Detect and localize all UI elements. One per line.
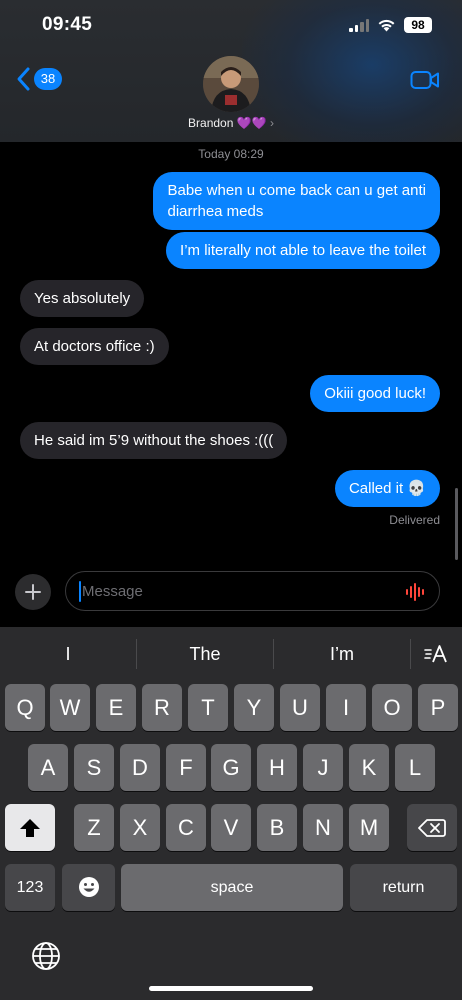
key-h[interactable]: H <box>257 744 297 791</box>
add-attachment-button[interactable] <box>15 574 51 610</box>
emoji-key[interactable] <box>62 864 115 911</box>
waveform-icon <box>406 583 424 601</box>
key-s[interactable]: S <box>74 744 114 791</box>
key-w[interactable]: W <box>50 684 90 731</box>
contact-name-button[interactable]: Brandon 💜💜 › <box>0 116 462 130</box>
space-key[interactable]: space <box>121 864 343 911</box>
key-b[interactable]: B <box>257 804 297 851</box>
home-indicator[interactable] <box>149 986 313 991</box>
globe-button[interactable] <box>30 940 62 972</box>
unread-count-badge: 38 <box>34 68 62 90</box>
key-o[interactable]: O <box>372 684 412 731</box>
cellular-signal-icon <box>349 18 369 32</box>
key-f[interactable]: F <box>166 744 206 791</box>
shift-arrow-icon <box>20 819 40 837</box>
chevron-right-icon: › <box>269 116 274 130</box>
wifi-icon <box>378 19 395 32</box>
text-format-button[interactable] <box>418 641 454 667</box>
numbers-key[interactable]: 123 <box>5 864 55 911</box>
outgoing-message[interactable]: Called it 💀 <box>334 470 440 507</box>
message-text: Babe when u come back can u get anti <box>167 182 426 199</box>
avatar-photo <box>203 56 259 112</box>
video-camera-icon <box>410 71 439 89</box>
key-e[interactable]: E <box>96 684 136 731</box>
outgoing-message[interactable]: Babe when u come back can u get anti dia… <box>153 172 440 230</box>
key-c[interactable]: C <box>166 804 206 851</box>
contact-avatar[interactable] <box>203 56 259 112</box>
message-input-container[interactable] <box>65 571 440 611</box>
key-k[interactable]: K <box>349 744 389 791</box>
key-j[interactable]: J <box>303 744 343 791</box>
globe-icon <box>32 942 60 970</box>
key-u[interactable]: U <box>280 684 320 731</box>
key-n[interactable]: N <box>303 804 343 851</box>
back-button[interactable]: 38 <box>16 66 62 92</box>
incoming-message[interactable]: Yes absolutely <box>20 280 145 317</box>
battery-indicator: 98 <box>404 17 432 33</box>
text-format-icon <box>424 645 447 663</box>
keyboard: I The I’m Q W E R T Y U I O P A S D F G … <box>0 627 462 1000</box>
key-p[interactable]: P <box>418 684 458 731</box>
key-i[interactable]: I <box>326 684 366 731</box>
key-q[interactable]: Q <box>5 684 45 731</box>
message-input[interactable] <box>82 572 382 610</box>
status-icons: 98 <box>349 17 432 33</box>
delete-key[interactable] <box>407 804 457 851</box>
key-r[interactable]: R <box>142 684 182 731</box>
backspace-icon <box>418 819 446 837</box>
outgoing-message[interactable]: Okiii good luck! <box>310 375 440 412</box>
shift-key[interactable] <box>5 804 55 851</box>
key-t[interactable]: T <box>188 684 228 731</box>
prediction-divider <box>410 639 411 669</box>
plus-icon <box>25 584 41 600</box>
key-a[interactable]: A <box>28 744 68 791</box>
status-time: 09:45 <box>42 14 93 35</box>
voice-message-button[interactable] <box>405 582 427 607</box>
prediction-suggestion[interactable]: I <box>0 641 136 667</box>
delivery-status: Delivered <box>389 513 440 527</box>
key-v[interactable]: V <box>211 804 251 851</box>
key-m[interactable]: M <box>349 804 389 851</box>
incoming-message[interactable]: At doctors office :) <box>20 328 169 365</box>
outgoing-message[interactable]: I’m literally not able to leave the toil… <box>166 232 440 269</box>
emoji-face-icon <box>78 877 99 897</box>
chevron-left-icon <box>17 67 30 91</box>
text-caret <box>79 581 81 602</box>
prediction-suggestion[interactable]: The <box>137 641 273 667</box>
message-timestamp: Today 08:29 <box>198 147 264 161</box>
prediction-suggestion[interactable]: I’m <box>274 641 410 667</box>
video-call-button[interactable] <box>410 70 440 95</box>
key-x[interactable]: X <box>120 804 160 851</box>
incoming-message[interactable]: He said im 5’9 without the shoes :((( <box>20 422 288 459</box>
key-z[interactable]: Z <box>74 804 114 851</box>
return-key[interactable]: return <box>350 864 457 911</box>
key-d[interactable]: D <box>120 744 160 791</box>
contact-name: Brandon 💜💜 <box>188 116 267 130</box>
key-l[interactable]: L <box>395 744 435 791</box>
key-g[interactable]: G <box>211 744 251 791</box>
scrollbar[interactable] <box>455 488 458 560</box>
key-y[interactable]: Y <box>234 684 274 731</box>
message-text: diarrhea meds <box>167 203 264 220</box>
conversation-header: 09:45 98 38 Brandon 💜💜 › <box>0 0 462 142</box>
